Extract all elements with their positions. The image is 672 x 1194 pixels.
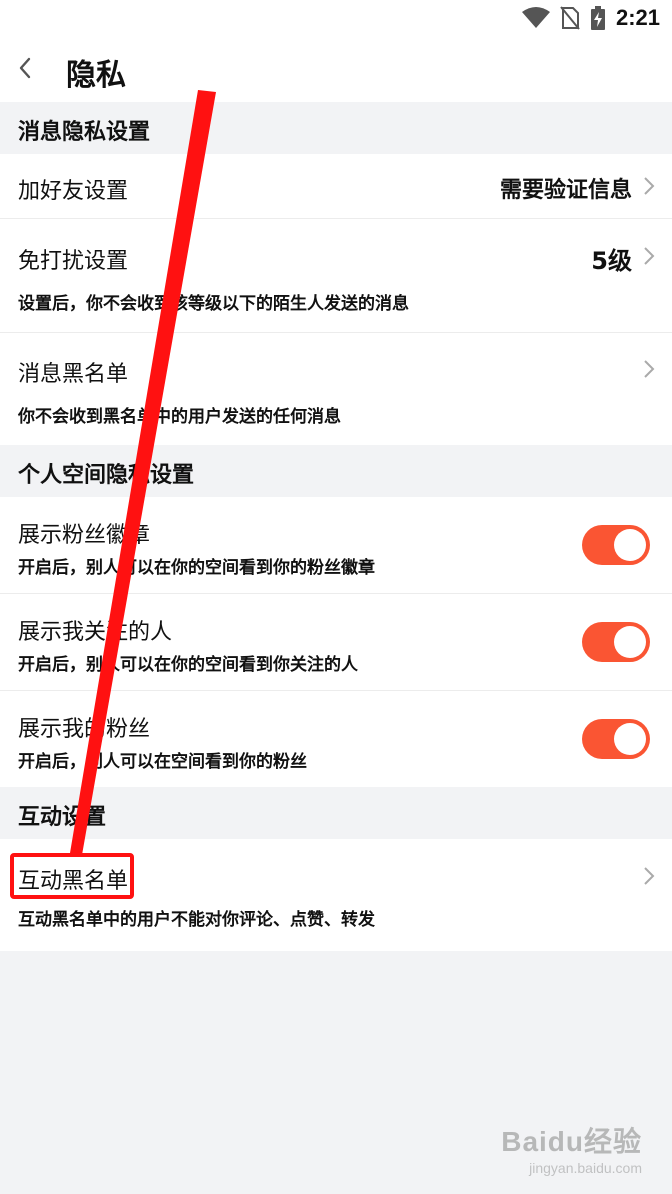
show-badge-label: 展示粉丝徽章 bbox=[18, 523, 151, 548]
dnd-label: 免打扰设置 bbox=[18, 249, 129, 274]
no-sim-icon bbox=[560, 6, 580, 30]
msg-blacklist-desc: 你不会收到黑名单中的用户发送的任何消息 bbox=[18, 407, 341, 427]
wifi-icon bbox=[521, 7, 550, 28]
header: 隐私 bbox=[0, 36, 672, 102]
watermark-main: Baidu经验 bbox=[501, 1126, 642, 1157]
dnd-value: 5级 bbox=[591, 247, 632, 275]
section-title-space: 个人空间隐私设置 bbox=[18, 463, 195, 488]
add-friend-label: 加好友设置 bbox=[18, 179, 129, 204]
toggle-knob bbox=[614, 529, 646, 561]
dnd-desc: 设置后，你不会收到该等级以下的陌生人发送的消息 bbox=[18, 294, 409, 314]
show-following-label: 展示我关注的人 bbox=[18, 620, 173, 645]
section-header-space: 个人空间隐私设置 bbox=[0, 445, 672, 497]
toggle-knob bbox=[614, 723, 646, 755]
back-chevron-icon[interactable] bbox=[14, 56, 38, 80]
section-title-interaction: 互动设置 bbox=[18, 805, 107, 830]
show-fans-label: 展示我的粉丝 bbox=[18, 717, 151, 742]
row-msg-blacklist[interactable]: 消息黑名单 你不会收到黑名单中的用户发送的任何消息 bbox=[0, 333, 672, 445]
row-show-badge: 展示粉丝徽章 开启后，别人可以在你的空间看到你的粉丝徽章 bbox=[0, 497, 672, 593]
msg-blacklist-label: 消息黑名单 bbox=[18, 362, 129, 387]
chevron-right-icon bbox=[644, 177, 655, 195]
section-header-interaction: 互动设置 bbox=[0, 787, 672, 839]
row-dnd[interactable]: 免打扰设置 5级 设置后，你不会收到该等级以下的陌生人发送的消息 bbox=[0, 219, 672, 332]
section-title-message: 消息隐私设置 bbox=[18, 120, 151, 145]
annotation-highlight-box bbox=[10, 853, 134, 899]
show-following-desc: 开启后，别人可以在你的空间看到你关注的人 bbox=[18, 655, 358, 675]
battery-icon bbox=[590, 6, 605, 30]
watermark-sub: jingyan.baidu.com bbox=[529, 1160, 642, 1176]
row-add-friend[interactable]: 加好友设置 需要验证信息 bbox=[0, 154, 672, 218]
status-bar: 2:21 bbox=[0, 0, 672, 36]
interact-blacklist-desc: 互动黑名单中的用户不能对你评论、点赞、转发 bbox=[18, 910, 375, 930]
add-friend-value: 需要验证信息 bbox=[499, 178, 632, 203]
row-show-fans: 展示我的粉丝 开启后，别人可以在空间看到你的粉丝 bbox=[0, 691, 672, 787]
chevron-right-icon bbox=[644, 867, 655, 885]
chevron-right-icon bbox=[644, 247, 655, 265]
show-following-toggle[interactable] bbox=[582, 622, 650, 662]
show-badge-desc: 开启后，别人可以在你的空间看到你的粉丝徽章 bbox=[18, 558, 375, 578]
section-header-message: 消息隐私设置 bbox=[0, 102, 672, 154]
chevron-right-icon bbox=[644, 360, 655, 378]
toggle-knob bbox=[614, 626, 646, 658]
row-show-following: 展示我关注的人 开启后，别人可以在你的空间看到你关注的人 bbox=[0, 594, 672, 690]
show-badge-toggle[interactable] bbox=[582, 525, 650, 565]
watermark: Baidu经验 jingyan.baidu.com bbox=[501, 1120, 642, 1176]
show-fans-toggle[interactable] bbox=[582, 719, 650, 759]
page-title: 隐私 bbox=[66, 58, 126, 93]
show-fans-desc: 开启后，别人可以在空间看到你的粉丝 bbox=[18, 752, 307, 772]
status-time: 2:21 bbox=[615, 5, 660, 30]
